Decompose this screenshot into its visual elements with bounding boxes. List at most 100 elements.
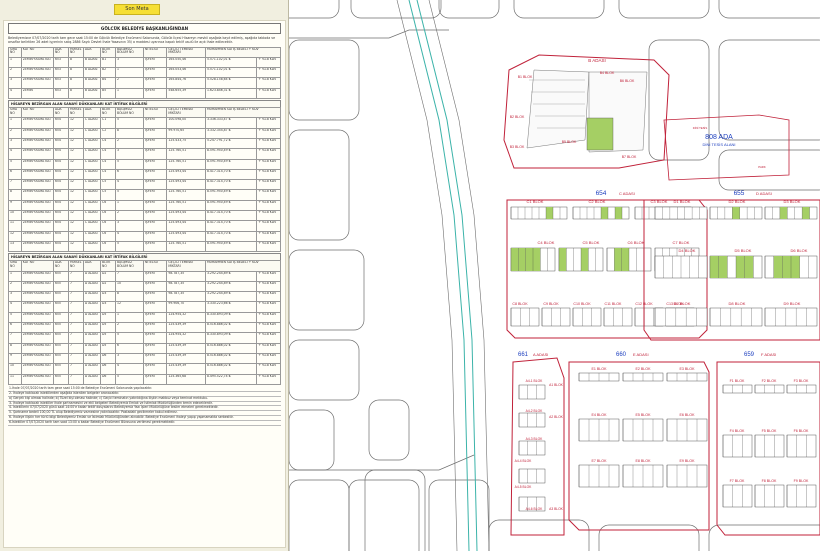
table-cell: ZEMİN+ASMA KAT: [20, 322, 54, 334]
table-cell: 125.760,51: [166, 158, 206, 170]
table-cell: 7: [115, 270, 144, 282]
d-block-label: D6 BLOK: [791, 248, 808, 253]
religious-tag: DİNİ TESİS: [693, 125, 708, 130]
table-cell: C6: [100, 230, 117, 242]
table-row: 9 ZEMİN+ASMA KAT 655 7 D ADASI D6 3 İŞYERİ 125.4…: [8, 352, 281, 365]
c-block-label: C1 BLOK: [527, 199, 544, 204]
table-cell: 7: [67, 342, 84, 354]
d-block-label: D1 BLOK: [674, 199, 691, 204]
column-header: BLOK NO: [100, 260, 117, 272]
table-cell: D6: [100, 373, 117, 385]
column-header: BLOK NO: [100, 107, 117, 119]
a-block-number: 661: [518, 352, 529, 358]
table-cell: 655: [52, 342, 69, 354]
table-cell: İŞYERİ: [142, 137, 168, 150]
table-cell: 548.655,39: [166, 87, 206, 100]
table-cell: 8: [8, 189, 22, 201]
e-block-label: E1 BLOK: [592, 367, 608, 371]
table-cell: 125.433,75: [166, 137, 206, 150]
table-cell: 7: [67, 363, 84, 375]
table-cell: ZEMİN+ASMA KAT: [20, 301, 54, 313]
site-plan-map[interactable]: B ADASI B1 BLOK B2 BLOK B3 BLOK B4 BLOK B5 BL…: [278, 0, 820, 551]
table-cell: ZEMİN+ASMA KAT: [20, 280, 54, 293]
table-cell: 2: [8, 280, 22, 293]
table-cell: 99.970,65: [166, 127, 206, 139]
table-cell: 654: [52, 168, 69, 181]
table-cell: 1: [8, 56, 22, 69]
map-button[interactable]: Son Meta: [114, 4, 160, 15]
table-cell: İŞYERİ: [142, 168, 168, 181]
table-cell: B ADASI: [82, 67, 102, 79]
table-cell: 1: [8, 270, 22, 282]
table-cell: D3: [100, 291, 117, 303]
table-cell: 2: [115, 137, 144, 150]
d-block-label: D8 BLOK: [729, 301, 746, 306]
table-cell: D2: [100, 280, 117, 293]
table-cell: C4: [100, 148, 117, 160]
table-cell: 9: [8, 352, 22, 365]
table-cell: 1: [115, 311, 144, 324]
table-cell: + %18 KDV: [256, 373, 281, 385]
religious-number: 808 ADA: [705, 134, 733, 141]
table-cell: + %18 KDV: [256, 220, 281, 232]
table-cell: 7: [67, 332, 84, 344]
table-cell: 8.591.950,49 ₺: [204, 158, 258, 170]
b-sub-block-label: B4 BLOK: [600, 71, 615, 75]
f-block-label: F6 BLOK: [794, 429, 809, 433]
table-cell: 2: [8, 127, 22, 139]
table-cell: 125.439,39: [166, 322, 206, 334]
table-cell: 8.591.950,49 ₺: [204, 148, 258, 160]
table-cell: ZEMİN+ASMA KAT: [20, 158, 54, 170]
table-cell: 3: [8, 77, 22, 89]
table-cell: + %18 KDV: [256, 291, 281, 303]
table-cell: 1: [115, 87, 144, 100]
table-cell: C4: [100, 168, 117, 181]
site-plan-svg[interactable]: B ADASI B1 BLOK B2 BLOK B3 BLOK B4 BLOK B5 BL…: [278, 0, 820, 551]
table-cell: C2: [100, 127, 117, 139]
table-cell: 165.053,46: [166, 67, 206, 79]
table-cell: 8: [115, 291, 144, 303]
d-block-label: D5 BLOK: [735, 248, 752, 253]
table-row: 4 ZEMİN+ASMA KAT 654 12 C ADASI C4 3 İŞYERİ 125.…: [8, 148, 281, 160]
f-block-label: F9 BLOK: [794, 479, 809, 483]
table-row: 10 ZEMİN+ASMA KAT 654 12 C ADASI C6 2 İŞYERİ 125…: [8, 210, 281, 222]
table-row: 1 ZEMİN+ASMA KAT 653 8 B ADASI B1 3 İŞYERİ 165.0…: [8, 56, 281, 69]
b-sub-block-label: B3 BLOK: [510, 145, 525, 149]
shop-row: [654, 307, 708, 327]
table-row: 9 ZEMİN+ASMA KAT 654 12 C ADASI C6 1 İŞYERİ 125.…: [8, 199, 281, 212]
table-cell: 654: [52, 148, 69, 160]
table-cell: 4: [115, 179, 144, 191]
table-cell: 11: [8, 220, 22, 232]
table-cell: + %18 KDV: [256, 67, 281, 79]
table-cell: 5: [8, 158, 22, 170]
table-cell: 655: [52, 280, 69, 293]
table-cell: 125.493,44: [166, 210, 206, 222]
table-cell: 11: [8, 373, 22, 385]
table-cell: 7: [67, 270, 84, 282]
table-row: 13 ZEMİN+ASMA KAT 654 12 C ADASI C6 5 İŞYERİ 125…: [8, 240, 281, 253]
table-cell: ZEMİN+ASMA KAT: [20, 230, 54, 242]
table-row: 5 ZEMİN+ASMA KAT 654 12 C ADASI C4 5 İŞYERİ 125.…: [8, 158, 281, 170]
table-cell: C5: [100, 179, 117, 191]
table-cell: D6: [100, 352, 117, 365]
b-highlight-lot: [586, 117, 614, 151]
table-cell: İŞYERİ: [142, 87, 168, 100]
table-cell: 8: [67, 77, 84, 89]
table-cell: D2: [100, 270, 117, 282]
column-header: ADA NO: [52, 107, 69, 119]
shop-row: [754, 434, 785, 458]
document-intro: Belediyemizce 07/07/2020 tarih tam gece …: [8, 36, 276, 45]
table-cell: + %18 KDV: [256, 158, 281, 170]
listing-panel: Son Meta GÖLCÜK BELEDİYE BAŞKANLIĞINDAN …: [0, 0, 289, 551]
table-cell: B4: [100, 77, 117, 89]
table-cell: 7: [67, 322, 84, 334]
c-block-label: C7 BLOK: [673, 240, 690, 245]
table-cell: 5: [115, 240, 144, 253]
shop-highlight: [802, 207, 810, 219]
shop-row: [518, 440, 546, 456]
table-cell: 654: [52, 127, 69, 139]
table-cell: 7: [8, 179, 22, 191]
table-cell: 654: [52, 210, 69, 222]
table-cell: + %18 KDV: [256, 301, 281, 313]
column-header: BAĞIMSIZ BÖLÜM NO: [115, 260, 144, 272]
